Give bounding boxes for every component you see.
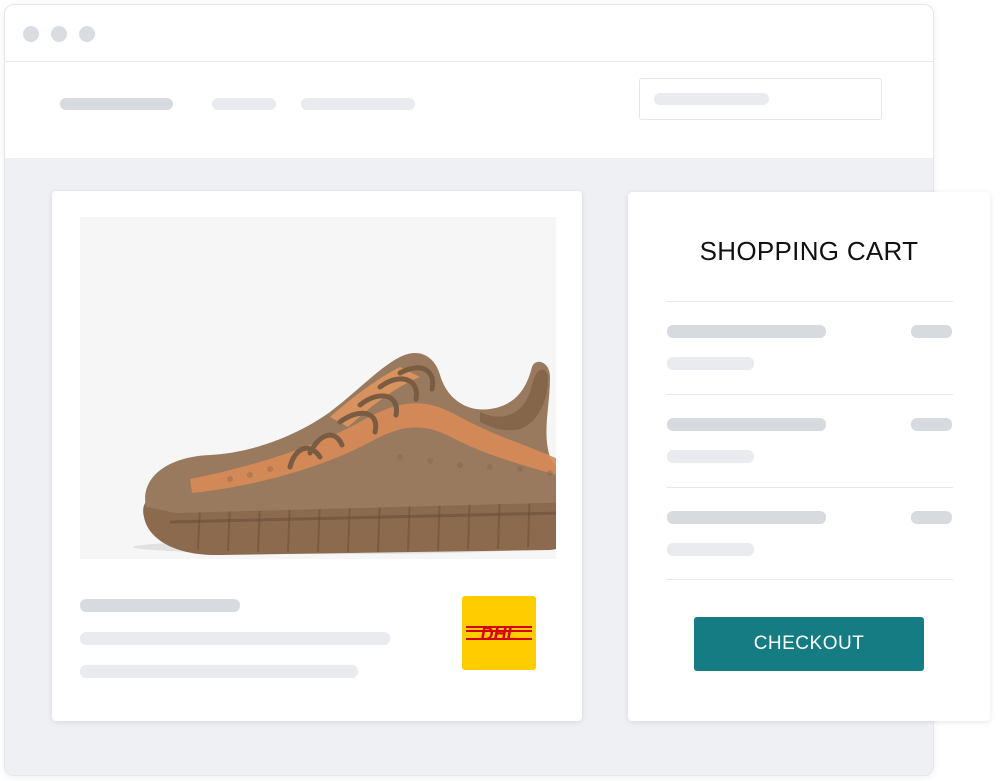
nav-link-placeholder[interactable] [301,98,415,110]
nav-link-placeholder[interactable] [212,98,276,110]
window-minimize-dot[interactable] [51,26,67,42]
cart-item-name-placeholder [667,511,826,524]
svg-text:DHL: DHL [481,624,518,644]
title-bar [5,5,933,62]
cart-divider [666,301,953,302]
product-description-placeholder [80,665,358,678]
cart-item-price-placeholder [911,511,952,524]
cart-item-price-placeholder [911,418,952,431]
product-description-placeholder [80,632,390,645]
cart-item-price-placeholder [911,325,952,338]
product-card: DHL [52,191,593,721]
product-title-placeholder [80,599,240,612]
sneaker-illustration [133,353,593,556]
dhl-logo-badge: DHL [462,596,536,670]
search-placeholder-bar [654,93,769,105]
cart-divider [666,579,953,580]
logo-placeholder[interactable] [60,98,173,110]
cart-item-detail-placeholder [667,543,754,556]
cart-divider [666,487,953,488]
search-input[interactable] [639,78,882,120]
cart-title: SHOPPING CART [699,236,919,266]
product-image[interactable] [80,217,593,559]
cart-item-name-placeholder [667,325,826,338]
checkout-button[interactable]: CHECKOUT [694,617,924,671]
window-maximize-dot[interactable] [79,26,95,42]
shopping-cart-panel: SHOPPING CART CHECKOUT [628,192,990,721]
top-navigation [5,62,933,158]
cart-item-name-placeholder [667,418,826,431]
cart-item-detail-placeholder [667,357,754,370]
cart-item-detail-placeholder [667,450,754,463]
cart-divider [666,394,953,395]
dhl-logo-icon: DHL [466,624,532,644]
window-close-dot[interactable] [23,26,39,42]
